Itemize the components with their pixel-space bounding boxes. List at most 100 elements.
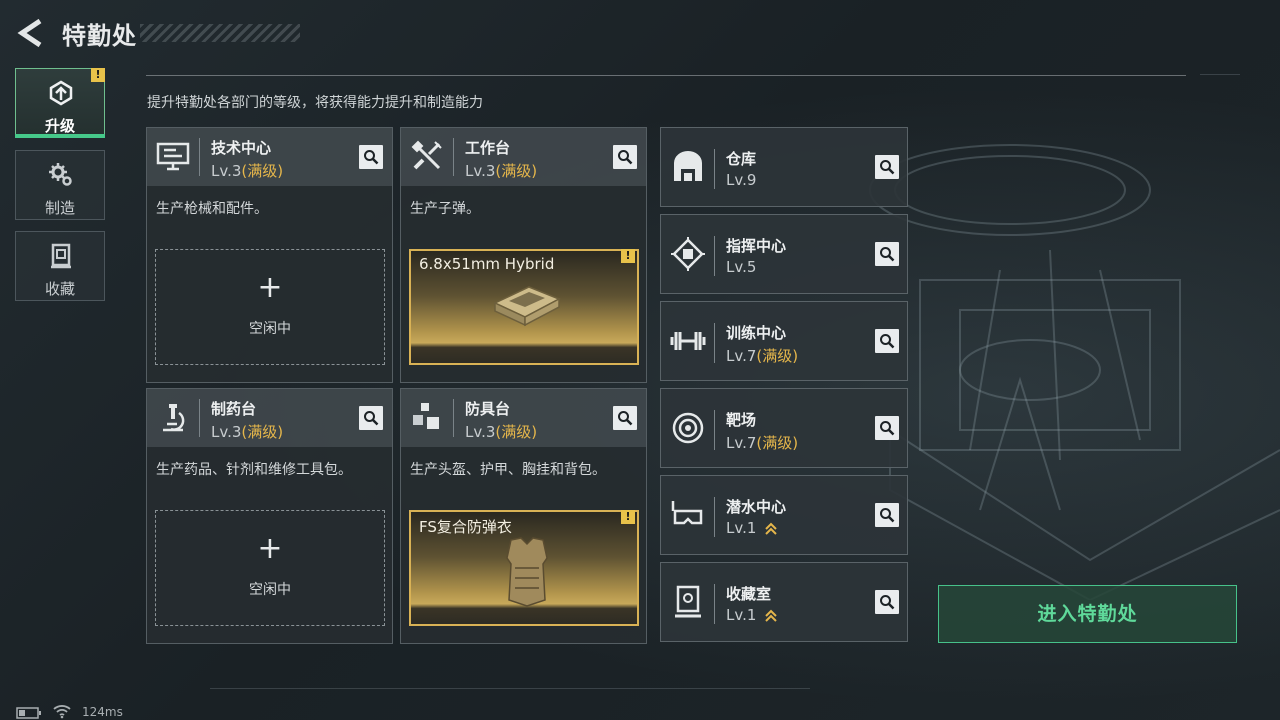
level-value: Lv.5 (726, 258, 757, 276)
boxes-icon (413, 403, 439, 429)
tab-upgrade[interactable]: 升级 ! (15, 68, 105, 138)
card-armor-bench: 防具台 Lv.3(满级) 生产头盔、护甲、胸挂和背包。 FS复合防弹衣 ! (400, 388, 647, 644)
card-separator (453, 138, 454, 176)
tab-manufacture-label: 制造 (44, 199, 75, 217)
chip-icon (671, 237, 705, 271)
card-separator (199, 138, 200, 176)
level-value: Lv.1 (726, 519, 757, 537)
facility-warehouse[interactable]: 仓库 Lv.9 (660, 127, 908, 207)
enter-special-ops-button[interactable]: 进入特勤处 (938, 585, 1237, 643)
level-value: Lv.3 (465, 162, 496, 180)
tab-collection[interactable]: 收藏 (15, 231, 105, 301)
idle-production-slot[interactable]: + 空闲中 (155, 510, 385, 626)
idle-production-slot[interactable]: + 空闲中 (155, 249, 385, 365)
search-button[interactable] (613, 406, 637, 430)
card-description: 生产头盔、护甲、胸挂和背包。 (410, 462, 606, 478)
warning-badge: ! (91, 68, 105, 82)
search-icon (618, 150, 633, 165)
facility-name: 收藏室 (726, 585, 772, 603)
search-icon (880, 160, 895, 175)
card-level: Lv.3(满级) (211, 421, 283, 442)
tab-upgrade-label: 升级 (44, 117, 75, 135)
collection-icon (51, 243, 71, 269)
card-separator (714, 149, 715, 189)
facility-name: 靶场 (726, 411, 757, 429)
tab-manufacture[interactable]: 制造 (15, 150, 105, 220)
target-icon (672, 412, 704, 444)
search-button[interactable] (875, 590, 899, 614)
card-separator (714, 497, 715, 537)
level-value: Lv.3 (211, 423, 242, 441)
search-button[interactable] (359, 406, 383, 430)
warning-badge: ! (621, 510, 635, 524)
search-button[interactable] (875, 503, 899, 527)
latency-readout: 124ms (82, 705, 123, 719)
card-header: 制药台 Lv.3(满级) (147, 389, 392, 447)
facility-collection-room[interactable]: 收藏室 Lv.1 (660, 562, 908, 642)
back-arrow-icon[interactable] (16, 18, 44, 48)
max-level-label: (满级) (241, 162, 284, 180)
microscope-icon (163, 404, 185, 432)
card-header: 工作台 Lv.3(满级) (401, 128, 646, 186)
warning-badge: ! (621, 249, 635, 263)
search-icon (880, 247, 895, 262)
facility-level: Lv.9 (726, 171, 756, 189)
facility-name: 指挥中心 (726, 237, 787, 255)
body-armor-image (506, 537, 548, 607)
card-level: Lv.3(满级) (465, 160, 537, 181)
max-level-label: (满级) (756, 434, 799, 452)
max-level-label: (满级) (756, 347, 799, 365)
card-header: 防具台 Lv.3(满级) (401, 389, 646, 447)
level-value: Lv.9 (726, 171, 757, 189)
facility-level: Lv.7(满级) (726, 432, 798, 453)
card-description: 生产枪械和配件。 (156, 201, 268, 217)
level-value: Lv.7 (726, 347, 757, 365)
wifi-icon (53, 705, 71, 719)
facility-training-center[interactable]: 训练中心 Lv.7(满级) (660, 301, 908, 381)
page-title: 特勤处 (62, 22, 137, 50)
card-title: 制药台 (211, 400, 257, 418)
card-title: 防具台 (465, 400, 511, 418)
card-tech-center: 技术中心 Lv.3(满级) 生产枪械和配件。 + 空闲中 (146, 127, 393, 383)
card-workbench: 工作台 Lv.3(满级) 生产子弹。 6.8x51mm Hybrid ! (400, 127, 647, 383)
search-button[interactable] (359, 145, 383, 169)
facility-level: Lv.5 (726, 258, 756, 276)
card-description: 生产药品、针剂和维修工具包。 (156, 462, 352, 478)
facility-shooting-range[interactable]: 靶场 Lv.7(满级) (660, 388, 908, 468)
production-item-slot[interactable]: FS复合防弹衣 ! (409, 510, 639, 626)
facility-name: 仓库 (726, 150, 757, 168)
computer-icon (156, 142, 190, 171)
level-value: Lv.3 (465, 423, 496, 441)
facility-level: Lv.1 (726, 606, 777, 624)
collection-room-icon (675, 585, 701, 618)
facility-command-center[interactable]: 指挥中心 Lv.5 (660, 214, 908, 294)
battery-icon (16, 707, 41, 719)
max-level-label: (满级) (495, 423, 538, 441)
card-separator (714, 323, 715, 363)
top-divider (146, 75, 1186, 76)
tab-collection-label: 收藏 (44, 280, 75, 298)
add-icon: + (257, 531, 283, 566)
idle-label: 空闲中 (249, 321, 291, 337)
production-item-slot[interactable]: 6.8x51mm Hybrid ! (409, 249, 639, 365)
search-button[interactable] (613, 145, 637, 169)
card-pharmacy: 制药台 Lv.3(满级) 生产药品、针剂和维修工具包。 + 空闲中 (146, 388, 393, 644)
level-value: Lv.7 (726, 434, 757, 452)
search-button[interactable] (875, 329, 899, 353)
search-icon (880, 334, 895, 349)
warehouse-icon (674, 151, 702, 181)
search-icon (618, 411, 633, 426)
card-separator (453, 399, 454, 437)
search-button[interactable] (875, 416, 899, 440)
search-icon (364, 411, 379, 426)
upgrade-available-icon (765, 609, 777, 622)
search-button[interactable] (875, 242, 899, 266)
facility-diving-center[interactable]: 潜水中心 Lv.1 (660, 475, 908, 555)
status-bar (0, 700, 1280, 720)
card-header: 技术中心 Lv.3(满级) (147, 128, 392, 186)
upgrade-icon (49, 80, 73, 106)
search-icon (880, 595, 895, 610)
diving-mask-icon (671, 501, 703, 525)
search-button[interactable] (875, 155, 899, 179)
facility-level: Lv.1 (726, 519, 777, 537)
